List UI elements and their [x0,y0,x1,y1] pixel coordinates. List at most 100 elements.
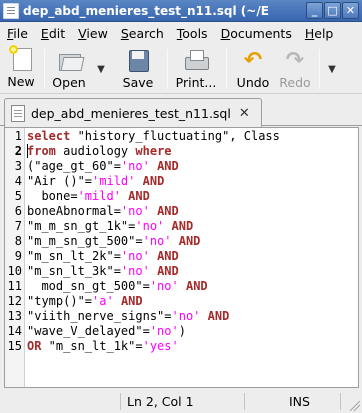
code-line[interactable]: bone='mild' AND [27,189,358,204]
app-icon[interactable] [3,2,19,19]
menu-tools[interactable]: Tools [170,26,214,41]
maximize-button[interactable]: □ [324,2,341,19]
code-line[interactable]: OR "m_sn_lt_1k"='yes' [27,339,358,354]
menu-mnemonic: E [40,25,49,41]
sql-string: 'no' [149,279,179,293]
sql-string: 'yes' [142,339,179,353]
new-button[interactable]: New [0,44,42,94]
print-label: Print... [175,75,217,90]
sql-string: 'no' [120,249,150,263]
cursor-position: Ln 2, Col 1 [127,394,194,409]
new-label: New [7,74,35,89]
toolbar: New Open ▼ Save Print... ↶ Undo ↷ Redo ▼ [0,44,362,94]
save-icon [126,48,150,72]
sql-keyword: AND [178,234,201,248]
menu-file[interactable]: File [0,26,34,41]
line-number: 13 [7,309,22,323]
close-tab-icon[interactable]: ✕ [239,106,250,121]
menu-mnemonic: S [120,25,129,41]
code-line[interactable]: ("age_gt_60"='no' AND [27,159,358,174]
redo-button[interactable]: ↷ Redo [275,44,315,94]
sql-string: 'a' [92,294,114,308]
code-line[interactable]: "viith_nerve_signs"='no' AND [27,309,358,324]
line-number: 11 [7,279,22,293]
menu-edit[interactable]: Edit [34,26,71,41]
line-number: 8 [14,234,22,248]
open-button[interactable]: Open [45,44,93,94]
code-text: "m_m_sn_gt_500"= [27,234,143,248]
sql-keyword: AND [157,159,179,173]
sql-keyword: AND [185,279,208,293]
line-number: 5 [14,189,22,203]
code-line[interactable]: "m_sn_lt_2k"='no' AND [27,249,358,264]
code-text: "m_sn_lt_1k"= [41,339,143,353]
sql-keyword: where [135,144,172,158]
tab-strip: dep_abd_menieres_test_n11.sql ✕ [0,94,362,127]
menu-label-rest: iew [86,25,108,41]
sql-string: 'no' [135,219,165,233]
sql-keyword: OR [27,339,42,353]
sql-keyword: AND [157,249,179,263]
code-line[interactable]: "m_m_sn_gt_500"='no' AND [27,234,358,249]
save-button[interactable]: Save [115,44,161,94]
toolbar-overflow-chevron-down-icon[interactable]: ▼ [324,44,340,94]
sql-keyword: AND [142,174,165,188]
menu-view[interactable]: View [71,26,114,41]
save-label: Save [122,75,154,90]
code-text: bone= [27,189,78,203]
code-line[interactable]: select "history_fluctuating", Class [27,129,358,144]
code-text: "m_m_sn_gt_1k"= [27,219,136,233]
code-text: "m_sn_lt_3k"= [27,264,121,278]
code-line[interactable]: "tymp()"='a' AND [27,294,358,309]
document-tab[interactable]: dep_abd_menieres_test_n11.sql ✕ [4,98,262,127]
code-line[interactable]: "Air ()"='mild' AND [27,174,358,189]
menu-label-rest: ocuments [230,25,292,41]
menu-documents[interactable]: Documents [214,26,298,41]
code-text: "history_fluctuating", Class [70,129,280,143]
line-number: 3 [14,159,22,173]
code-line[interactable]: "m_m_sn_gt_1k"='no' AND [27,219,358,234]
menu-search[interactable]: Search [114,26,170,41]
code-text: "tymp()"= [27,294,93,308]
menu-help[interactable]: Help [298,26,340,41]
code-line[interactable]: boneAbnormal='no' AND [27,204,358,219]
close-window-button[interactable]: ✕ [342,2,359,19]
code-text: "wave_V_delayed"= [27,324,150,338]
toolbar-separator [319,49,320,89]
code-line[interactable]: "m_sn_lt_3k"='no' AND [27,264,358,279]
code-line[interactable]: from audiology where [27,144,358,159]
sql-keyword: AND [128,189,150,203]
undo-button[interactable]: ↶ Undo [231,44,275,94]
menu-label-rest: elp [314,25,334,41]
open-label: Open [52,75,86,90]
code-line[interactable]: "wave_V_delayed"='no') [27,324,358,339]
text-editor[interactable]: 1 2 3 4 5 6 7 8 9 10 11 12 13 14 15 select "history_fl… [4,127,359,388]
open-recent-chevron-down-icon[interactable]: ▼ [93,44,109,94]
menu-label-rest: ile [13,25,28,41]
sql-string: 'mild' [77,189,121,203]
minimize-button[interactable]: _ [306,2,323,19]
sql-string: 'no' [171,309,201,323]
code-area[interactable]: select "history_fluctuating", Class from … [25,128,358,387]
resize-grip-icon[interactable] [350,401,360,411]
undo-label: Undo [236,75,270,90]
document-icon [11,104,25,122]
code-text: audiology [55,144,136,158]
line-number: 10 [7,264,22,278]
toolbar-separator [226,49,227,89]
print-button[interactable]: Print... [172,44,220,94]
status-divider [120,393,121,410]
menu-label-rest: ools [182,25,208,41]
code-line[interactable]: mod_sn_gt_500"='no' AND [27,279,358,294]
line-number: 4 [14,174,22,188]
text-cursor [27,144,28,158]
status-divider [244,393,245,410]
line-number-gutter: 1 2 3 4 5 6 7 8 9 10 11 12 13 14 15 [5,128,25,387]
sql-string: 'no' [120,159,150,173]
line-number: 9 [14,249,22,263]
